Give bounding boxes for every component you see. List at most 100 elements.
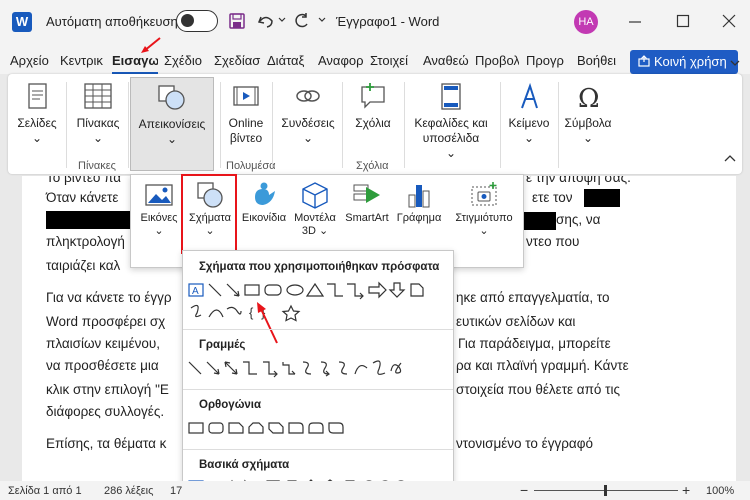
line-arrow-icon[interactable] [206, 361, 220, 375]
share-dropdown-icon[interactable] [730, 58, 740, 68]
arrow-shape-icon[interactable] [226, 283, 240, 297]
curved-arrow-connector-icon[interactable] [320, 361, 330, 377]
tab-insert[interactable]: Εισαγω [112, 53, 158, 74]
doc-line-right: ντονισμένο το έγγραφό [456, 436, 593, 451]
illustrations-button[interactable]: Απεικονίσεις ⌄ [130, 77, 214, 171]
zoom-out-icon[interactable]: − [520, 482, 528, 498]
line-shape-icon[interactable] [208, 283, 222, 297]
pictures-button[interactable]: Εικόνες ⌄ [137, 181, 181, 238]
snip-rectangle-icon[interactable] [410, 283, 424, 297]
zoom-in-icon[interactable]: + [682, 482, 690, 498]
tables-group-label: Πίνακες [78, 160, 116, 172]
tab-review[interactable]: Αναθεώ [423, 53, 471, 68]
customize-toolbar-icon[interactable] [318, 16, 326, 24]
text-button[interactable]: Κείμενο ⌄ [504, 82, 554, 146]
rounded-rectangle-icon[interactable] [208, 422, 224, 434]
minimize-icon[interactable] [628, 15, 642, 29]
elbow-connector-icon[interactable] [243, 361, 257, 375]
word-count[interactable]: 286 λέξεις [104, 485, 153, 497]
tab-mailings[interactable]: Στοιχεί [370, 53, 418, 68]
doc-line: να προσθέσετε μια [46, 358, 159, 373]
comment-button[interactable]: Σχόλια [348, 82, 398, 131]
tab-references[interactable]: Αναφορ [318, 53, 364, 68]
doc-line-right: ρα και πλαϊνή γραμμή. Κάντε [456, 358, 629, 373]
annotation-arrow-icon [141, 37, 161, 53]
autosave-toggle[interactable] [176, 10, 218, 32]
right-arrow-icon[interactable] [368, 281, 387, 299]
zoom-level[interactable]: 100% [706, 485, 734, 497]
tab-file[interactable]: Αρχείο [10, 53, 49, 68]
snip-single-corner-icon[interactable] [228, 422, 244, 434]
icons-button[interactable]: Εικονίδια [239, 181, 289, 225]
symbols-button[interactable]: Ω Σύμβολα ⌄ [560, 82, 616, 146]
snip-same-side-icon[interactable] [248, 422, 264, 434]
screenshot-button[interactable]: Στιγμιότυπο ⌄ [447, 181, 521, 238]
share-button[interactable]: Κοινή χρήση [630, 50, 738, 74]
header-footer-button[interactable]: Κεφαλίδες και υποσέλιδα ⌄ [408, 82, 494, 161]
section-separator [183, 449, 453, 450]
snip-diagonal-icon[interactable] [268, 422, 284, 434]
save-icon[interactable] [228, 12, 246, 30]
section-separator [183, 329, 453, 330]
round-diagonal-icon[interactable] [328, 422, 344, 434]
text-label: Κείμενο [508, 116, 550, 130]
tab-draw[interactable]: Σχεδίασ [214, 53, 262, 68]
elbow-arrow-connector-icon[interactable] [263, 361, 278, 378]
3d-models-button[interactable]: Μοντέλα 3D ⌄ [291, 181, 339, 238]
tab-view[interactable]: Προβολ [475, 53, 519, 68]
scribble-icon[interactable] [390, 362, 402, 374]
chart-button[interactable]: Γράφημα [393, 181, 445, 225]
smartart-button[interactable]: SmartArt [341, 181, 393, 225]
rounded-rectangle-icon[interactable] [264, 284, 282, 296]
round-single-corner-icon[interactable] [288, 422, 304, 434]
doc-line-right: ευτικών σελίδων και [456, 314, 576, 329]
elbow-double-arrow-icon[interactable] [282, 362, 296, 375]
redo-icon[interactable] [292, 12, 310, 30]
links-button[interactable]: Συνδέσεις ⌄ [278, 82, 338, 146]
page-count[interactable]: Σελίδα 1 από 1 [8, 485, 82, 497]
online-video-label-1: Online [228, 116, 264, 130]
curved-double-arrow-icon[interactable] [338, 361, 348, 375]
freeform-icon[interactable] [190, 304, 202, 318]
elbow-arrow-icon[interactable] [347, 283, 364, 300]
tab-design[interactable]: Σχέδιο [164, 53, 206, 68]
tab-help[interactable]: Βοήθει [577, 53, 622, 68]
zoom-slider-thumb[interactable] [604, 485, 607, 496]
curved-connector-icon[interactable] [302, 361, 312, 375]
doc-line: κλικ στην επιλογή "Ε [46, 382, 169, 397]
rectangle-icon[interactable] [188, 422, 204, 434]
user-avatar[interactable]: HA [574, 10, 598, 34]
basic-shapes-header: Βασικά σχήματα [199, 459, 290, 471]
double-arrow-icon[interactable] [224, 361, 238, 375]
pages-button[interactable]: Σελίδες ⌄ [12, 82, 62, 146]
tab-home[interactable]: Κεντρικ [60, 53, 104, 68]
line-icon[interactable] [188, 361, 202, 375]
round-same-side-icon[interactable] [308, 422, 324, 434]
close-icon[interactable] [722, 14, 736, 28]
symbols-label: Σύμβολα [564, 116, 612, 130]
rectangle-shape-icon[interactable] [244, 284, 260, 296]
text-box-icon[interactable]: A [188, 283, 204, 297]
undo-icon[interactable] [256, 12, 276, 30]
star-shape-icon[interactable] [281, 304, 301, 322]
maximize-icon[interactable] [676, 14, 690, 28]
undo-dropdown-icon[interactable] [278, 16, 286, 24]
pictures-label: Εικόνες [140, 212, 178, 224]
curve-icon[interactable] [226, 306, 242, 315]
comments-group-label: Σχόλια [356, 160, 389, 172]
tab-layout[interactable]: Διάταξ [267, 53, 311, 68]
triangle-shape-icon[interactable] [305, 282, 325, 297]
table-button[interactable]: Πίνακας ⌄ [72, 82, 124, 146]
chevron-down-icon: ⌄ [31, 131, 43, 145]
online-video-button[interactable]: Online βίντεο [224, 82, 268, 146]
collapse-ribbon-icon[interactable] [724, 154, 736, 164]
arc-curve-icon[interactable] [208, 309, 224, 318]
oval-shape-icon[interactable] [286, 284, 304, 296]
freeform-line-icon[interactable] [372, 360, 386, 375]
curve-line-icon[interactable] [354, 364, 368, 375]
tab-developer[interactable]: Προγρ [526, 53, 570, 68]
character-count[interactable]: 17 [170, 485, 182, 497]
elbow-connector-icon[interactable] [327, 283, 343, 297]
chevron-down-icon: ⌄ [582, 131, 594, 145]
down-arrow-icon[interactable] [388, 282, 406, 298]
